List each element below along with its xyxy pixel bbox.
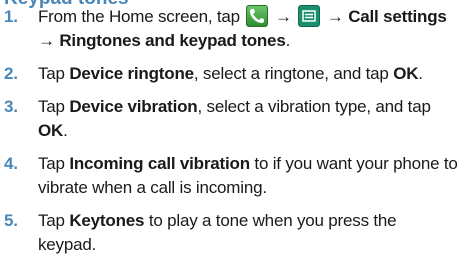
ok-label: OK — [38, 121, 64, 140]
arrow-3: → — [38, 31, 55, 50]
step-text: vibrate when a call is incoming. — [38, 178, 267, 197]
step-4: 4. Tap Incoming call vibration to if you… — [0, 152, 471, 200]
step-text: to play a tone when you press the — [148, 211, 397, 230]
step-3: 3. Tap Device vibration, select a vibrat… — [0, 95, 471, 143]
step-text: to if you want your phone to — [254, 154, 458, 173]
step-text: keypad. — [38, 235, 97, 254]
step-text: From the Home screen, tap — [38, 7, 240, 26]
step-text: Tap — [38, 211, 65, 230]
step-text: Tap — [38, 154, 65, 173]
ok-label: OK — [393, 64, 419, 83]
step-number: 4. — [4, 154, 18, 173]
step-5: 5. Tap Keytones to play a tone when you … — [0, 209, 471, 257]
step-2: 2. Tap Device ringtone, select a rington… — [0, 62, 471, 86]
arrow-2: → — [326, 7, 344, 26]
step-text: Tap — [38, 64, 65, 83]
manual-page: Keypad tones 1. From the Home screen, ta… — [0, 0, 471, 274]
arrow-1: → — [274, 7, 292, 26]
ringtones-label: Ringtones and keypad tones — [59, 31, 286, 50]
step-text: , select a ringtone, and tap — [193, 64, 389, 83]
keytones-label: Keytones — [69, 211, 145, 230]
incoming-call-vibration-label: Incoming call vibration — [69, 154, 250, 173]
step-text: Tap — [38, 97, 65, 116]
step-end: . — [285, 31, 291, 50]
steps-list: 1. From the Home screen, tap → → Call se… — [0, 5, 471, 266]
step-text: , select a vibration type, and tap — [197, 97, 431, 116]
phone-icon — [246, 5, 269, 27]
device-vibration-label: Device vibration — [69, 97, 198, 116]
step-end: . — [418, 64, 423, 83]
device-ringtone-label: Device ringtone — [69, 64, 194, 83]
step-1: 1. From the Home screen, tap → → Call se… — [0, 5, 471, 53]
step-number: 1. — [4, 7, 18, 26]
step-number: 5. — [4, 211, 18, 230]
step-end: . — [63, 121, 68, 140]
menu-icon — [298, 5, 321, 27]
step-number: 2. — [4, 64, 18, 83]
call-settings-label: Call settings — [348, 7, 447, 26]
step-number: 3. — [4, 97, 18, 116]
